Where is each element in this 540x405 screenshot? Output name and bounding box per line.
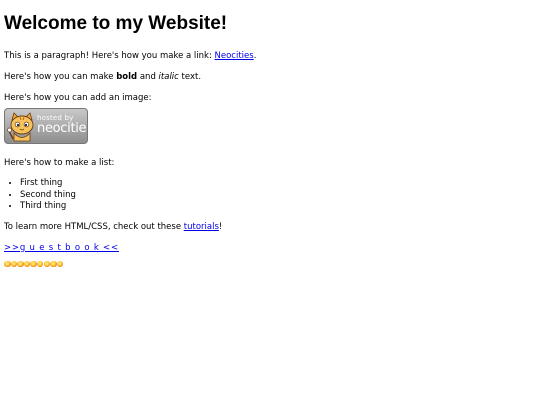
- sun-icon: [4, 260, 11, 267]
- list-item: Second thing: [20, 190, 536, 202]
- paragraph-learn-text-before: To learn more HTML/CSS, check out these: [4, 221, 184, 232]
- sun-icon: [43, 260, 51, 267]
- neocities-cat-icon: [7, 112, 34, 142]
- paragraph-link-text-before: This is a paragraph! Here's how you make…: [4, 51, 215, 61]
- paragraph-format-text-before: Here's how you can make: [4, 72, 117, 82]
- sun-icon: [50, 260, 57, 267]
- paragraph-format-text-after: text.: [178, 72, 202, 82]
- paragraph-format-text-middle: and: [137, 72, 159, 82]
- sun-decoration-row: [4, 260, 536, 267]
- sun-icon: [23, 260, 31, 267]
- paragraph-link-text-after: .: [253, 51, 257, 61]
- sun-icon: [30, 260, 37, 267]
- paragraph-image: Here's how you can add an image:: [4, 93, 152, 103]
- paragraph-link: This is a paragraph! Here's how you make…: [4, 51, 536, 62]
- bold-text: bold: [116, 72, 138, 82]
- badge-big-text: neocities: [37, 121, 88, 136]
- list-item: Third thing: [20, 201, 536, 213]
- paragraph-learn: To learn more HTML/CSS, check out these …: [4, 222, 536, 233]
- example-list: First thing Second thing Third thing: [4, 178, 536, 213]
- paragraph-list: Here's how to make a list:: [4, 158, 115, 168]
- page-content: Welcome to my Website! This is a paragra…: [0, 0, 540, 267]
- guestbook-paragraph: >>g u e s t b o o k <<: [4, 243, 536, 254]
- sun-icon: [56, 260, 64, 267]
- sun-icon: [17, 260, 24, 267]
- guestbook-link[interactable]: >>g u e s t b o o k <<: [4, 243, 119, 253]
- neocities-link[interactable]: Neocities: [215, 51, 254, 61]
- hosted-by-neocities-badge[interactable]: hosted by neocities: [4, 108, 88, 144]
- paragraph-format: Here's how you can make bold and italic …: [4, 72, 536, 83]
- list-item: First thing: [20, 178, 536, 190]
- tutorials-link[interactable]: tutorials: [184, 222, 219, 232]
- italic-text: italic: [158, 72, 179, 82]
- sun-icon: [10, 260, 18, 267]
- page-title: Welcome to my Website!: [4, 13, 228, 34]
- sun-icon: [36, 260, 44, 267]
- paragraph-learn-text-after: !: [218, 221, 223, 232]
